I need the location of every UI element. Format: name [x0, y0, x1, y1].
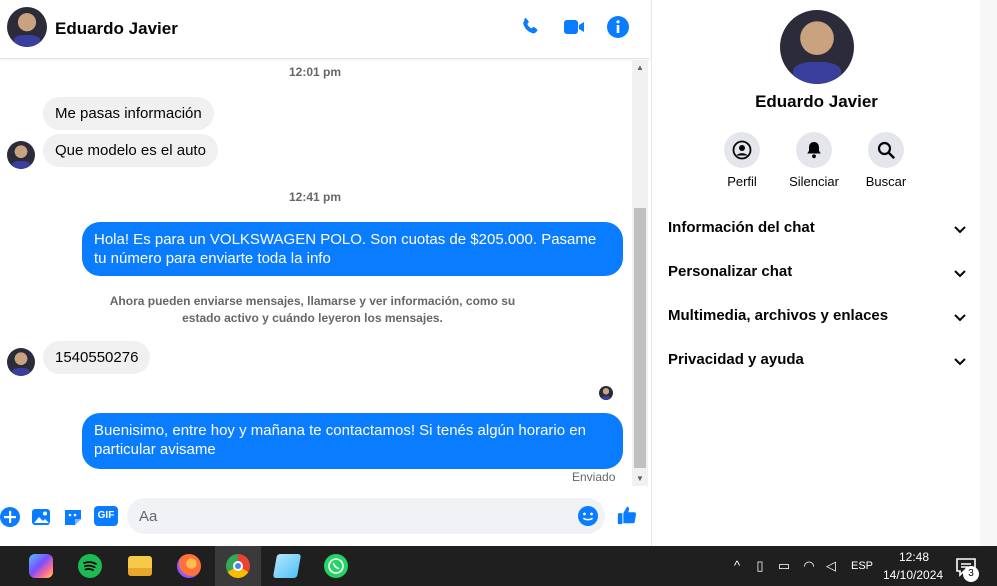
- language-indicator[interactable]: ESP: [851, 560, 873, 572]
- section-label: Información del chat: [668, 219, 815, 236]
- action-label: Silenciar: [789, 174, 839, 189]
- timestamp: 12:41 pm: [289, 190, 342, 204]
- action-label: Perfil: [727, 174, 757, 189]
- taskbar-notepad[interactable]: [264, 546, 310, 586]
- composer: GIF: [0, 490, 650, 546]
- thumbs-up-icon[interactable]: [616, 504, 638, 526]
- sender-avatar[interactable]: [7, 348, 35, 376]
- contact-avatar[interactable]: [7, 7, 47, 47]
- section-privacy-help[interactable]: Privacidad y ayuda: [668, 345, 968, 375]
- clock-time[interactable]: 12:48: [899, 550, 929, 564]
- section-label: Privacidad y ayuda: [668, 351, 804, 368]
- clock-date[interactable]: 14/10/2024: [883, 568, 943, 582]
- message-list[interactable]: 12:01 pm Me pasas información Que modelo…: [0, 60, 632, 488]
- notification-badge: 3: [963, 566, 979, 582]
- info-icon[interactable]: [606, 15, 630, 39]
- outgoing-message[interactable]: Hola! Es para un VOLKSWAGEN POLO. Son cu…: [82, 222, 623, 276]
- taskbar-firefox[interactable]: [166, 546, 212, 586]
- wifi-icon[interactable]: ◠: [801, 558, 817, 574]
- taskbar-whatsapp[interactable]: [313, 546, 359, 586]
- whatsapp-icon: [324, 554, 348, 578]
- section-label: Multimedia, archivos y enlaces: [668, 307, 889, 324]
- plus-icon[interactable]: [0, 506, 22, 528]
- section-chat-info[interactable]: Información del chat: [668, 213, 968, 243]
- bell-icon: [807, 142, 821, 159]
- timestamp: 12:01 pm: [289, 65, 342, 79]
- chevron-down-icon: [954, 358, 966, 366]
- chat-scrollbar[interactable]: ▲ ▼: [632, 60, 648, 486]
- seen-avatar: [599, 386, 613, 400]
- taskbar-file-explorer[interactable]: [117, 546, 163, 586]
- taskbar-chrome[interactable]: [215, 546, 261, 586]
- contact-info-panel: Eduardo Javier Perfil Silenciar Buscar I…: [651, 0, 980, 546]
- profile-action[interactable]: Perfil: [707, 132, 777, 189]
- chrome-icon: [226, 554, 250, 578]
- profile-name: Eduardo Javier: [755, 92, 878, 111]
- section-media-files[interactable]: Multimedia, archivos y enlaces: [668, 301, 968, 331]
- notepad-icon: [272, 554, 302, 578]
- sent-status: Enviado: [572, 470, 616, 484]
- sender-avatar[interactable]: [7, 141, 35, 169]
- gif-icon[interactable]: GIF: [94, 506, 118, 526]
- chat-notice: Ahora pueden enviarse mensajes, llamarse…: [109, 294, 516, 325]
- chevron-down-icon: [954, 270, 966, 278]
- scroll-down-icon[interactable]: ▼: [636, 474, 644, 483]
- chevron-down-icon: [954, 226, 966, 234]
- action-label: Buscar: [865, 174, 907, 189]
- profile-icon: [732, 140, 752, 160]
- incoming-message[interactable]: 1540550276: [43, 341, 151, 374]
- video-call-icon[interactable]: [562, 15, 586, 39]
- section-customize-chat[interactable]: Personalizar chat: [668, 257, 968, 287]
- chat-header: Eduardo Javier: [0, 0, 650, 59]
- chevron-down-icon: [954, 314, 966, 322]
- folder-icon: [128, 556, 152, 576]
- volume-icon[interactable]: ◁: [823, 558, 839, 574]
- phone-icon[interactable]: [518, 15, 542, 39]
- image-icon[interactable]: [30, 506, 52, 528]
- chevron-up-icon[interactable]: ^: [729, 558, 745, 574]
- chat-pane: Eduardo Javier 12:01 pm Me pasas informa…: [0, 0, 650, 546]
- taskbar: ^ ▯ ▭ ◠ ◁ ESP 12:48 14/10/2024 3: [0, 546, 997, 586]
- firefox-icon: [177, 554, 201, 578]
- incoming-message[interactable]: Me pasas información: [43, 97, 214, 130]
- incoming-message[interactable]: Que modelo es el auto: [43, 134, 218, 167]
- scroll-thumb[interactable]: [634, 208, 646, 468]
- panel-scrollbar[interactable]: [980, 0, 997, 546]
- message-input[interactable]: [127, 498, 605, 534]
- search-action[interactable]: Buscar: [851, 132, 921, 189]
- profile-avatar[interactable]: [780, 10, 854, 84]
- taskbar-copilot[interactable]: [18, 546, 64, 586]
- section-label: Personalizar chat: [668, 263, 793, 280]
- sticker-icon[interactable]: [62, 506, 84, 528]
- search-icon: [877, 141, 895, 159]
- scroll-up-icon[interactable]: ▲: [636, 63, 644, 72]
- spotify-icon: [78, 554, 102, 578]
- device-icon[interactable]: ▯: [752, 558, 768, 574]
- contact-name[interactable]: Eduardo Javier: [55, 19, 178, 39]
- battery-icon[interactable]: ▭: [776, 558, 792, 574]
- emoji-icon[interactable]: [577, 505, 599, 527]
- outgoing-message[interactable]: Buenisimo, entre hoy y mañana te contact…: [82, 413, 623, 469]
- copilot-icon: [29, 554, 53, 578]
- mute-action[interactable]: Silenciar: [779, 132, 849, 189]
- taskbar-spotify[interactable]: [67, 546, 113, 586]
